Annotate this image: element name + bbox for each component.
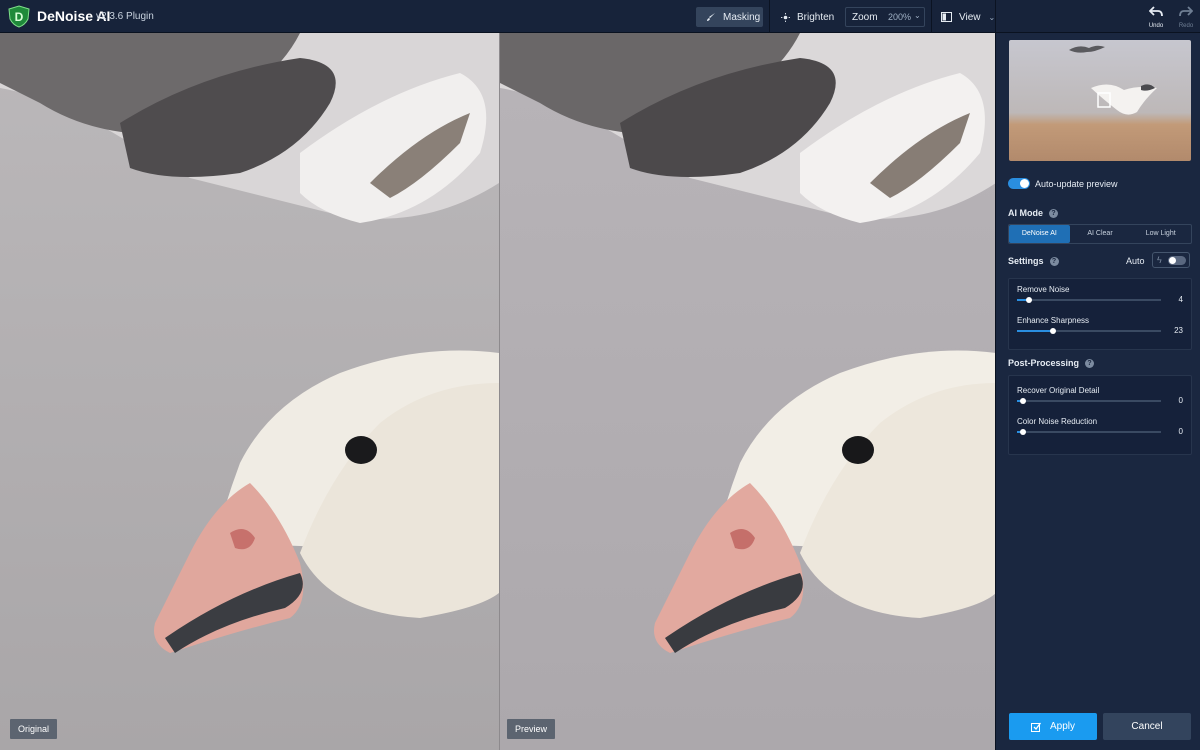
slider-value: 0	[1178, 396, 1183, 405]
undo-button[interactable]: Undo	[1144, 4, 1168, 30]
goose-photo-preview	[500, 33, 995, 750]
slider-track[interactable]	[1017, 429, 1161, 435]
slider-label: Enhance Sharpness	[1017, 316, 1090, 325]
redo-icon	[1179, 6, 1194, 17]
slider-track[interactable]	[1017, 328, 1161, 334]
post-processing-title-text: Post-Processing	[1008, 358, 1080, 368]
ai-mode-title-text: AI Mode	[1008, 208, 1043, 218]
chevron-down-icon: ⌄	[914, 11, 921, 20]
action-footer: Apply Cancel	[996, 703, 1200, 750]
brighten-label: Brighten	[797, 11, 835, 23]
ai-mode-selector: DeNoise AI AI Clear Low Light	[1008, 224, 1192, 244]
help-icon[interactable]: ?	[1049, 208, 1058, 218]
ai-mode-denoise[interactable]: DeNoise AI	[1009, 225, 1070, 243]
ai-mode-clear[interactable]: AI Clear	[1070, 225, 1131, 243]
brush-icon	[707, 13, 715, 21]
ai-mode-low-light[interactable]: Low Light	[1130, 225, 1191, 243]
sun-icon	[781, 12, 790, 22]
settings-title-text: Settings	[1008, 256, 1044, 266]
original-image-pane[interactable]: Original	[0, 33, 499, 750]
view-label: View	[959, 11, 981, 23]
toolbar-divider	[995, 0, 996, 33]
denoise-logo-icon: D	[8, 5, 30, 28]
post-processing-card: Recover Original Detail 0 Color Noise Re…	[1008, 375, 1192, 455]
view-dropdown[interactable]: View ⌄	[941, 7, 995, 27]
settings-title: Settings ?	[1008, 256, 1059, 266]
zoom-value: 200%	[888, 12, 912, 22]
preview-image-pane[interactable]: Preview	[499, 33, 995, 750]
help-icon[interactable]: ?	[1049, 256, 1059, 266]
svg-text:D: D	[15, 10, 24, 24]
recover-detail-slider[interactable]: Recover Original Detail 0	[1017, 386, 1185, 414]
cancel-button[interactable]: Cancel	[1103, 713, 1191, 740]
slider-fill	[1017, 330, 1053, 332]
auto-update-switch[interactable]	[1008, 178, 1030, 189]
redo-label: Redo	[1178, 23, 1194, 29]
auto-switch-track	[1168, 256, 1186, 265]
zoom-label: Zoom	[852, 12, 878, 23]
navigator-thumbnail[interactable]	[1009, 40, 1191, 161]
auto-label: Auto	[1126, 256, 1145, 266]
apply-label: Apply	[1049, 721, 1075, 732]
redo-button[interactable]: Redo	[1174, 4, 1198, 30]
app-version: v2.3.6 Plugin	[96, 11, 154, 22]
lightning-icon: ϟ	[1157, 255, 1162, 265]
undo-label: Undo	[1148, 23, 1164, 29]
split-view-icon	[941, 12, 952, 22]
enhance-sharpness-slider[interactable]: Enhance Sharpness 23	[1017, 316, 1185, 344]
apply-button[interactable]: Apply	[1009, 713, 1097, 740]
color-noise-slider[interactable]: Color Noise Reduction 0	[1017, 417, 1185, 445]
apply-icon	[1030, 722, 1041, 732]
slider-label: Remove Noise	[1017, 285, 1070, 294]
post-processing-title: Post-Processing ?	[1008, 358, 1095, 368]
ai-mode-title: AI Mode ?	[1008, 208, 1058, 218]
slider-track[interactable]	[1017, 398, 1161, 404]
settings-card: Remove Noise 4 Enhance Sharpness 23	[1008, 278, 1192, 350]
remove-noise-slider[interactable]: Remove Noise 4	[1017, 285, 1185, 313]
help-icon[interactable]: ?	[1085, 358, 1095, 368]
brighten-button[interactable]: Brighten	[781, 7, 834, 27]
slider-track[interactable]	[1017, 297, 1161, 303]
slider-handle[interactable]	[1050, 328, 1056, 334]
slider-label: Recover Original Detail	[1017, 386, 1100, 395]
auto-update-label: Auto-update preview	[1035, 178, 1118, 189]
undo-icon	[1148, 6, 1163, 17]
zoom-dropdown[interactable]: Zoom 200% ⌄	[845, 7, 925, 27]
auto-settings-toggle[interactable]: ϟ	[1152, 252, 1190, 268]
toolbar-divider	[931, 0, 932, 33]
masking-button[interactable]: Masking	[696, 7, 763, 27]
slider-value: 23	[1174, 326, 1183, 335]
slider-handle[interactable]	[1025, 297, 1032, 303]
toolbar-divider	[769, 0, 770, 33]
masking-label: Masking	[723, 11, 761, 23]
top-toolbar: D DeNoise AI v2.3.6 Plugin Masking Brigh…	[0, 0, 1200, 33]
slider-value: 0	[1178, 427, 1183, 436]
original-label: Original	[10, 719, 58, 739]
slider-handle[interactable]	[1019, 398, 1026, 404]
settings-sidebar: Auto-update preview AI Mode ? DeNoise AI…	[995, 33, 1200, 750]
preview-label: Preview	[507, 719, 556, 739]
slider-handle[interactable]	[1019, 429, 1026, 435]
slider-label: Color Noise Reduction	[1017, 417, 1098, 426]
slider-value: 4	[1178, 295, 1183, 304]
auto-update-toggle[interactable]: Auto-update preview	[1008, 178, 1118, 189]
goose-photo-original	[0, 33, 499, 750]
